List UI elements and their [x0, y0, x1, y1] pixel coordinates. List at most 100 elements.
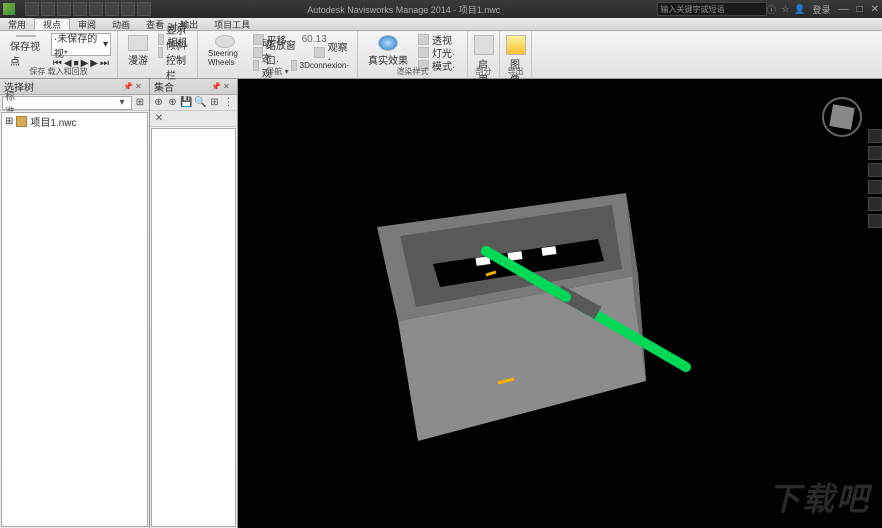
view-cube[interactable]: [822, 97, 862, 137]
ribbon-group-label: 渲染样式: [358, 66, 467, 77]
ribbon-group-camera: 漫游 对齐相机· 显示倾斜控制栏: [118, 31, 198, 78]
login-label[interactable]: 登录: [813, 3, 831, 16]
toolbar-button[interactable]: ⊞: [208, 96, 221, 110]
qat-button[interactable]: [105, 2, 119, 16]
walk-label: 漫游: [128, 52, 148, 67]
help-icons: ⓘ ☆ 👤: [767, 4, 805, 14]
nav-tool[interactable]: [868, 163, 882, 177]
light-icon: [418, 47, 429, 58]
ribbon-group-export: 图像 导出: [500, 31, 532, 78]
ribbon-group-label: 保存 载入和回放: [0, 66, 117, 77]
selection-tree-panel: 选择树 📌✕ 标准 ▾ ⊞ ⊞ 项目1.nwc: [0, 79, 150, 528]
minimize-button[interactable]: —: [839, 4, 849, 15]
pin-icon[interactable]: 📌: [211, 82, 221, 92]
perspective-icon: [418, 34, 429, 45]
ribbon-group-section: 启用 剖分: [468, 31, 500, 78]
image-icon: [506, 35, 526, 55]
wheel-icon: [215, 35, 235, 48]
tree-mode-value: 标准: [5, 96, 19, 110]
expand-icon[interactable]: ⊞: [5, 116, 13, 127]
qat-button[interactable]: [41, 2, 55, 16]
sets-panel: 集合 📌✕ ⊕ ⊕ 💾 🔍 ⊞ ⋮ ✕: [150, 79, 238, 528]
tab-animation[interactable]: 动画: [104, 18, 138, 30]
ribbon-group-label: 导航 ▾: [198, 66, 357, 77]
tree-item[interactable]: ⊞ 项目1.nwc: [2, 113, 147, 130]
realistic-label: 真实效果: [368, 52, 408, 67]
qat-button[interactable]: [57, 2, 71, 16]
nav-tool[interactable]: [868, 129, 882, 143]
star-icon[interactable]: ☆: [781, 4, 791, 14]
toolbar-button[interactable]: ⊕: [166, 96, 179, 110]
chevron-down-icon: ▾: [115, 96, 129, 110]
toolbar-button[interactable]: ⋮: [222, 96, 235, 110]
qat-button[interactable]: [89, 2, 103, 16]
nav-tool[interactable]: [868, 180, 882, 194]
qat-button[interactable]: [121, 2, 135, 16]
tree-body[interactable]: ⊞ 项目1.nwc: [1, 112, 148, 527]
quick-access-toolbar: [25, 2, 151, 16]
sphere-icon: [378, 35, 398, 51]
nav-tool[interactable]: [868, 214, 882, 228]
steering-wheels-button[interactable]: Steering Wheels: [204, 33, 247, 69]
model-icon: [16, 116, 27, 127]
close-icon[interactable]: ✕: [135, 82, 145, 92]
tab-review[interactable]: 审阅: [70, 18, 104, 30]
app-icon: [3, 3, 15, 15]
qat-button[interactable]: [25, 2, 39, 16]
toolbar-button[interactable]: ⊕: [152, 96, 165, 110]
ribbon-group-label: 导出: [500, 66, 531, 77]
ribbon-group-label: 剖分: [468, 66, 499, 77]
pin-icon[interactable]: 📌: [123, 82, 133, 92]
maximize-button[interactable]: □: [857, 4, 863, 15]
steering-wheels-label: Steering Wheels: [208, 49, 243, 67]
3d-scene: [238, 79, 882, 528]
ribbon-tabs: 常用 视点 审阅 动画 查看 输出 项目工具: [0, 18, 882, 31]
lighting-button[interactable]: 灯光·: [416, 46, 457, 58]
user-icon[interactable]: 👤: [795, 4, 805, 14]
camera-icon: [16, 35, 36, 37]
window-title: Autodesk Navisworks Manage 2014 - 项目1.nw…: [151, 3, 657, 16]
panel-header[interactable]: 选择树 📌✕: [0, 79, 149, 95]
realistic-button[interactable]: 真实效果: [364, 33, 412, 69]
tree-item-label: 项目1.nwc: [30, 114, 76, 129]
title-bar: Autodesk Navisworks Manage 2014 - 项目1.nw…: [0, 0, 882, 18]
nav-tool[interactable]: [868, 197, 882, 211]
toolbar-button[interactable]: 🔍: [194, 96, 207, 110]
toolbar-button[interactable]: ✕: [152, 112, 166, 126]
toolbar-button[interactable]: 💾: [180, 96, 193, 110]
panel-toolbar-2: ✕: [150, 111, 237, 127]
walk-button[interactable]: 漫游: [124, 33, 152, 69]
perspective-button[interactable]: 透视: [416, 33, 457, 45]
walk-icon: [128, 35, 148, 51]
tab-viewpoint[interactable]: 视点: [34, 18, 70, 30]
3d-viewport[interactable]: 下载吧: [238, 79, 882, 528]
ribbon: 保存视点 ·未保存的视*▾ ⏮ ◀ ⏹ ▶ ▶ ⏭ 保存 载入和回放 漫游: [0, 31, 882, 79]
watermark: 下载吧: [768, 474, 870, 520]
search-box[interactable]: 输入关键字或短语: [657, 2, 767, 16]
tab-item-tools[interactable]: 项目工具: [206, 18, 258, 30]
info-icon[interactable]: ⓘ: [767, 4, 777, 14]
cube-face-icon: [829, 104, 854, 129]
qat-button[interactable]: [137, 2, 151, 16]
tab-home[interactable]: 常用: [0, 18, 34, 30]
show-tilt-label: 显示倾斜控制栏: [166, 22, 189, 82]
nav-tool[interactable]: [868, 146, 882, 160]
show-tilt-button[interactable]: 显示倾斜控制栏: [156, 46, 191, 58]
panel-toolbar: 标准 ▾ ⊞: [0, 95, 149, 111]
toolbar-button[interactable]: ⊞: [133, 96, 147, 110]
ribbon-group-navigate: Steering Wheels 平移60.13 缩放窗口·观察· 动态观察·3D…: [198, 31, 358, 78]
window-controls: — □ ✕: [839, 4, 879, 15]
workspace: 选择树 📌✕ 标准 ▾ ⊞ ⊞ 项目1.nwc 集合 📌✕ ⊕ ⊕ 💾 🔍 ⊞ ⋮: [0, 79, 882, 528]
save-viewpoint-button[interactable]: 保存视点: [6, 33, 47, 69]
ribbon-group-save: 保存视点 ·未保存的视*▾ ⏮ ◀ ⏹ ▶ ▶ ⏭ 保存 载入和回放: [0, 31, 118, 78]
sets-body[interactable]: [151, 128, 236, 527]
look-icon: [314, 47, 324, 58]
nav-bar: [868, 129, 882, 228]
qat-button[interactable]: [73, 2, 87, 16]
viewpoint-dropdown[interactable]: ·未保存的视*▾: [51, 33, 111, 56]
tree-mode-dropdown[interactable]: 标准 ▾: [2, 96, 132, 110]
panel-header[interactable]: 集合 📌✕: [150, 79, 237, 95]
save-viewpoint-label: 保存视点: [10, 38, 43, 68]
close-icon[interactable]: ✕: [223, 82, 233, 92]
close-button[interactable]: ✕: [871, 4, 879, 15]
